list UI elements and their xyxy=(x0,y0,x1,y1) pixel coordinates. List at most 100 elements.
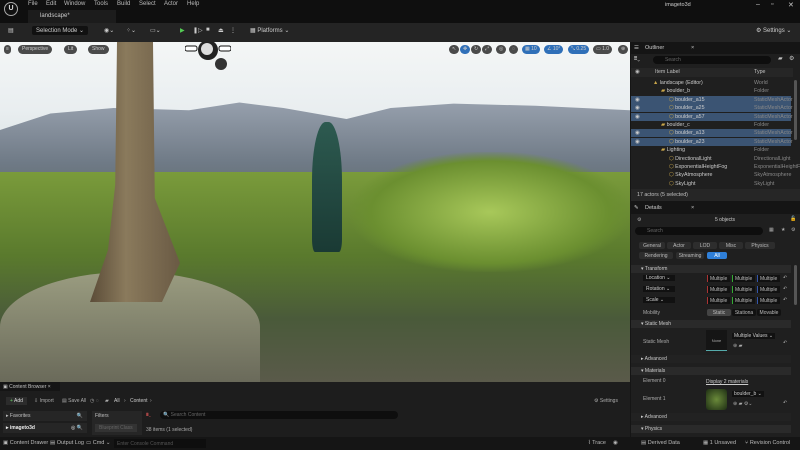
details-settings-icon[interactable]: ⚙ xyxy=(791,227,795,233)
menu-tools[interactable]: Tools xyxy=(94,1,108,7)
filter-general[interactable]: General xyxy=(639,242,665,249)
details-tab[interactable]: ✎ Details × xyxy=(631,202,800,214)
scale-field[interactable]: Multiple xyxy=(707,297,730,304)
material-dropdown[interactable]: boulder_b ⌄ xyxy=(732,391,764,397)
menu-build[interactable]: Build xyxy=(117,1,130,7)
section-transform[interactable]: ▾ Transform xyxy=(631,265,791,273)
cinematics-icon[interactable]: ▭⌄ xyxy=(150,27,161,34)
material-reset-icon[interactable]: ↶ xyxy=(783,400,787,406)
menu-select[interactable]: Select xyxy=(139,1,156,7)
directional-light-gizmo[interactable] xyxy=(185,42,231,72)
trace-button[interactable]: ⌇ Trace xyxy=(588,440,606,446)
outliner-row[interactable]: ◉ ⬡ boulder_a23 StaticMeshActor xyxy=(631,137,793,146)
outliner-row[interactable]: ▰ boulder_b Folder xyxy=(631,87,791,95)
lit-button[interactable]: Lit xyxy=(64,45,78,54)
perspective-button[interactable]: Perspective xyxy=(18,45,53,54)
grid-snap-button[interactable]: ▦ 10 xyxy=(522,45,540,54)
favorites-section[interactable]: ▸ Favorites 🔍 xyxy=(3,411,87,421)
visibility-icon[interactable]: ◉ xyxy=(635,114,640,120)
material-thumbnail[interactable] xyxy=(706,389,727,410)
details-close-icon[interactable]: × xyxy=(691,205,694,211)
favorites-search-icon[interactable]: 🔍 xyxy=(77,413,83,419)
more-icon[interactable]: ⋮ xyxy=(230,27,236,34)
menu-edit[interactable]: Edit xyxy=(46,1,56,7)
settings-button[interactable]: ⚙ Settings ⌄ xyxy=(756,27,791,34)
outliner-row[interactable]: ◉ ⬡ boulder_a25 StaticMeshActor xyxy=(631,104,793,113)
rotation-field[interactable]: Multiple xyxy=(757,286,780,293)
breadcrumb-content[interactable]: Content xyxy=(130,398,148,404)
project-folder[interactable]: ▸ imageto3d ◎ 🔍 xyxy=(3,423,87,433)
show-button[interactable]: Show xyxy=(88,45,109,54)
outliner-row[interactable]: ◉ ⬡ boulder_a57 StaticMeshActor xyxy=(631,112,793,121)
content-filter-icon[interactable]: ⩩⌄ xyxy=(146,412,151,418)
step-icon[interactable]: ❚▷ xyxy=(193,27,203,34)
material-browse-icon[interactable]: ⊕ ▰ ⚙⌄ xyxy=(733,401,753,407)
stop-icon[interactable]: ■ xyxy=(206,27,210,33)
outliner-row[interactable]: ▰ boulder_c Folder xyxy=(631,121,791,129)
display-materials-link[interactable]: Display 2 materials xyxy=(706,379,748,385)
filter-icon[interactable]: ⩩⌄ xyxy=(634,56,640,63)
content-drawer-button[interactable]: ▣ Content Drawer xyxy=(3,440,48,446)
outliner-row[interactable]: ▲ landscape (Editor) World xyxy=(631,79,791,87)
filter-streaming[interactable]: Streaming xyxy=(676,252,704,259)
favorite-icon[interactable]: ★ xyxy=(781,227,785,233)
unsaved-button[interactable]: ▦ 1 Unsaved xyxy=(703,440,736,446)
section-static-mesh[interactable]: ▾ Static Mesh xyxy=(631,320,791,328)
breadcrumb-chevron[interactable]: › xyxy=(150,398,152,404)
surface-snap-icon[interactable]: ◌ xyxy=(509,45,518,54)
add-button[interactable]: + Add xyxy=(6,397,27,405)
col-item-label[interactable]: Item Label xyxy=(655,69,680,75)
outliner-row[interactable]: ⬡ SkyLight SkyLight xyxy=(631,180,791,188)
static-mesh-dropdown[interactable]: Multiple Values ⌄ xyxy=(732,333,776,339)
maximize-viewport-icon[interactable]: ⊕ xyxy=(618,45,629,54)
outliner-row[interactable]: ⬡ ExponentialHeightFog ExponentialHeightF… xyxy=(631,163,800,171)
mobility-movable[interactable]: Movable xyxy=(757,309,781,316)
world-space-icon[interactable]: ◎ xyxy=(496,45,507,54)
location-field[interactable]: Multiple xyxy=(732,275,755,282)
save-icon[interactable]: ▤ xyxy=(8,27,14,34)
unreal-logo[interactable]: U xyxy=(4,2,18,16)
blueprint-icon[interactable]: ⁘⌄ xyxy=(126,27,136,34)
details-scrollbar[interactable] xyxy=(794,265,797,305)
filter-lod[interactable]: LOD xyxy=(693,242,717,249)
visibility-icon[interactable]: ◉ xyxy=(635,130,640,136)
scale-dropdown[interactable]: Scale ⌄ xyxy=(643,297,675,303)
console-input[interactable]: Enter Console Command xyxy=(114,439,206,448)
col-type[interactable]: Type xyxy=(754,69,765,75)
visibility-icon[interactable]: ◉ xyxy=(635,97,640,103)
rotation-field[interactable]: Multiple xyxy=(732,286,755,293)
rotate-tool-icon[interactable]: ↻ xyxy=(471,45,482,54)
browse-icon[interactable]: ⊕ ▰ xyxy=(733,343,742,349)
level-viewport[interactable]: ≡ Perspective Lit Show ↖ ✥ ↻ ⤢ ◎ ◌ ▦ 10 … xyxy=(0,42,630,382)
revision-control-button[interactable]: ⑂ Revision Control xyxy=(745,440,790,446)
close-icon[interactable]: ✕ xyxy=(788,1,794,9)
content-browser-tab[interactable]: ▣ Content Browser × xyxy=(0,382,60,391)
filter-rendering[interactable]: Rendering xyxy=(639,252,673,259)
outliner-scrollbar[interactable] xyxy=(794,80,797,140)
camera-speed-button[interactable]: ▭ 1.0 xyxy=(593,45,613,54)
mobility-stationary[interactable]: Stationa xyxy=(732,309,756,316)
reset-icon[interactable]: ↶ xyxy=(783,297,787,303)
menu-help[interactable]: Help xyxy=(187,1,199,7)
derived-data-button[interactable]: ▤ Derived Data xyxy=(641,440,680,446)
filter-misc[interactable]: Misc xyxy=(719,242,743,249)
menu-file[interactable]: File xyxy=(28,1,38,7)
outliner-settings-icon[interactable]: ⚙ xyxy=(789,55,794,62)
eject-icon[interactable]: ⏏ xyxy=(218,27,224,34)
history-icon[interactable]: ◷ ◌ xyxy=(90,398,99,404)
scale-tool-icon[interactable]: ⤢ xyxy=(482,45,493,54)
content-search-input[interactable]: 🔍 Search Content xyxy=(160,411,398,419)
cb-settings-button[interactable]: ⚙ Settings xyxy=(594,398,618,404)
outliner-search-input[interactable]: Search xyxy=(653,56,771,64)
project-search-icon[interactable]: ◎ 🔍 xyxy=(71,425,83,431)
grid-view-icon[interactable]: ▦ xyxy=(769,227,774,233)
outliner-tab[interactable]: ☰ Outliner × xyxy=(631,42,800,54)
outliner-row[interactable]: ⬡ SkyAtmosphere SkyAtmosphere xyxy=(631,171,791,179)
selection-mode-button[interactable]: Selection Mode ⌄ xyxy=(32,26,89,35)
add-folder-icon[interactable]: ▰ xyxy=(778,55,783,62)
filter-physics[interactable]: Physics xyxy=(745,242,775,249)
rotation-dropdown[interactable]: Rotation ⌄ xyxy=(643,286,675,292)
section-materials-advanced[interactable]: ▸ Advanced xyxy=(631,413,791,421)
visibility-icon[interactable]: ◉ xyxy=(635,139,640,145)
section-advanced[interactable]: ▸ Advanced xyxy=(631,355,791,363)
